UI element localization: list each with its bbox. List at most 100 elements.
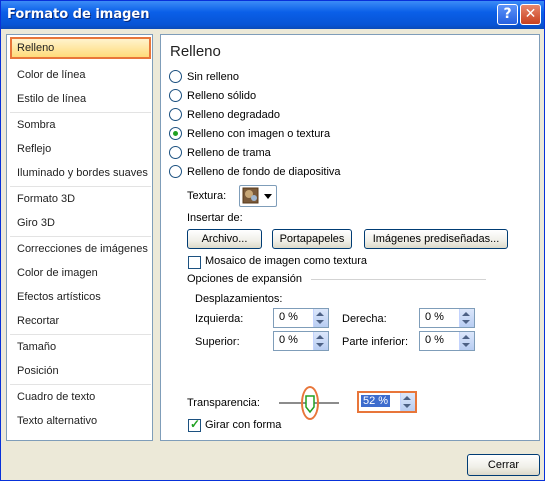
rotate-with-shape-checkbox[interactable]: ✓ [188,417,201,432]
chevron-up-icon[interactable] [462,335,470,339]
file-button-label: Archivo... [201,233,248,245]
chevron-up-icon[interactable] [316,312,324,316]
chevron-up-icon[interactable] [403,396,411,400]
radio-icon[interactable] [169,146,182,159]
close-button[interactable]: Cerrar [467,454,540,476]
sidebar-item-label: Reflejo [17,143,52,155]
spinner-arrows[interactable] [313,332,328,350]
radio-label: Relleno sólido [187,90,257,102]
spinner-arrows[interactable] [459,332,474,350]
radio-icon[interactable] [169,127,182,140]
texture-dropdown[interactable] [239,185,277,207]
chevron-down-icon[interactable] [403,404,411,408]
offset-left-value[interactable]: 0 % [279,311,298,323]
sidebar-item-reflejo[interactable]: Reflejo [10,138,151,160]
sidebar-item-correcciones[interactable]: Correcciones de imágenes [10,238,151,260]
sidebar-item-label: Cuadro de texto [17,391,96,403]
sidebar-item-label: Recortar [17,315,60,327]
offset-top-spinner[interactable]: 0 % [273,331,329,351]
offset-top-label: Superior: [195,336,240,348]
radio-icon[interactable] [169,108,182,121]
help-button[interactable]: ? [497,4,518,25]
insert-from-label: Insertar de: [187,212,243,224]
slider-handle-icon [305,395,315,414]
sidebar-item-label: Texto alternativo [17,415,98,427]
radio-label: Sin relleno [187,71,239,83]
sidebar-item-iluminado[interactable]: Iluminado y bordes suaves [10,162,151,184]
chevron-down-icon[interactable] [462,343,470,347]
file-button[interactable]: Archivo... [187,229,262,249]
chevron-down-icon[interactable] [462,320,470,324]
texture-label: Textura: [187,190,227,202]
radio-label: Relleno degradado [187,109,280,121]
section-divider [311,279,486,280]
transparency-value[interactable]: 52 % [361,395,391,407]
sidebar-item-formato-3d[interactable]: Formato 3D [10,188,151,210]
sidebar-item-label: Efectos artísticos [17,291,101,303]
tile-checkbox[interactable] [188,256,201,269]
offset-right-spinner[interactable]: 0 % [419,308,475,328]
sidebar-item-giro-3d[interactable]: Giro 3D [10,212,151,234]
close-window-button[interactable]: ✕ [520,4,541,25]
sidebar-item-texto-alternativo[interactable]: Texto alternativo [10,410,151,432]
radio-label: Relleno de fondo de diapositiva [187,166,341,178]
sidebar-item-relleno[interactable]: Relleno [10,37,151,59]
offset-bottom-spinner[interactable]: 0 % [419,331,475,351]
panel-title: Relleno [170,43,221,60]
sidebar-divider [10,236,151,237]
spinner-arrows[interactable] [459,309,474,327]
sidebar-item-label: Formato 3D [17,193,76,205]
sidebar-item-label: Iluminado y bordes suaves [17,167,148,179]
transparency-label: Transparencia: [187,397,260,409]
chevron-up-icon[interactable] [462,312,470,316]
sidebar-divider [10,112,151,113]
transparency-slider-thumb[interactable] [301,386,320,420]
radio-label: Relleno con imagen o textura [187,128,331,140]
offset-left-spinner[interactable]: 0 % [273,308,329,328]
spinner-arrows[interactable] [313,309,328,327]
close-icon: ✕ [524,6,537,22]
close-button-label: Cerrar [487,459,520,471]
clipart-button[interactable]: Imágenes prediseñadas... [364,229,508,249]
fill-panel: Relleno Sin relleno Relleno sólido Relle… [160,34,540,441]
sidebar-item-color-imagen[interactable]: Color de imagen [10,262,151,284]
offset-left-label: Izquierda: [195,313,244,325]
clipboard-button[interactable]: Portapapeles [272,229,352,249]
sidebar-item-label: Color de imagen [17,267,98,279]
format-picture-dialog: Formato de imagen ? ✕ Relleno Color de l… [0,0,545,481]
rotate-with-shape-label: Girar con forma [205,419,282,431]
offset-right-value[interactable]: 0 % [425,311,444,323]
sidebar-item-posicion[interactable]: Posición [10,360,151,382]
radio-icon[interactable] [169,89,182,102]
offset-top-value[interactable]: 0 % [279,334,298,346]
clipart-button-label: Imágenes prediseñadas... [372,233,500,245]
sidebar-item-recortar[interactable]: Recortar [10,310,151,332]
radio-icon[interactable] [169,70,182,83]
sidebar-divider [10,186,151,187]
clipboard-button-label: Portapapeles [279,233,345,245]
sidebar-divider [10,334,151,335]
sidebar-item-cuadro-texto[interactable]: Cuadro de texto [10,386,151,408]
radio-icon[interactable] [169,165,182,178]
radio-label: Relleno de trama [187,147,271,159]
offset-bottom-label: Parte inferior: [342,336,409,348]
offsets-label: Desplazamientos: [195,293,283,305]
offset-bottom-value[interactable]: 0 % [425,334,444,346]
sidebar-item-estilo-linea[interactable]: Estilo de línea [10,88,151,110]
spinner-arrows[interactable] [400,393,415,411]
sidebar-item-label: Tamaño [17,341,57,353]
sidebar-item-efectos[interactable]: Efectos artísticos [10,286,151,308]
category-sidebar: Relleno Color de línea Estilo de línea S… [6,34,153,441]
check-icon: ✓ [190,417,201,431]
chevron-down-icon[interactable] [316,343,324,347]
transparency-spinner[interactable]: 52 % [357,391,417,413]
sidebar-item-label: Estilo de línea [17,93,87,105]
sidebar-item-sombra[interactable]: Sombra [10,114,151,136]
sidebar-divider [10,384,151,385]
title-bar[interactable]: Formato de imagen ? ✕ [1,1,544,29]
window-title: Formato de imagen [7,7,150,22]
chevron-up-icon[interactable] [316,335,324,339]
sidebar-item-tamano[interactable]: Tamaño [10,336,151,358]
sidebar-item-color-linea[interactable]: Color de línea [10,64,151,86]
chevron-down-icon[interactable] [316,320,324,324]
